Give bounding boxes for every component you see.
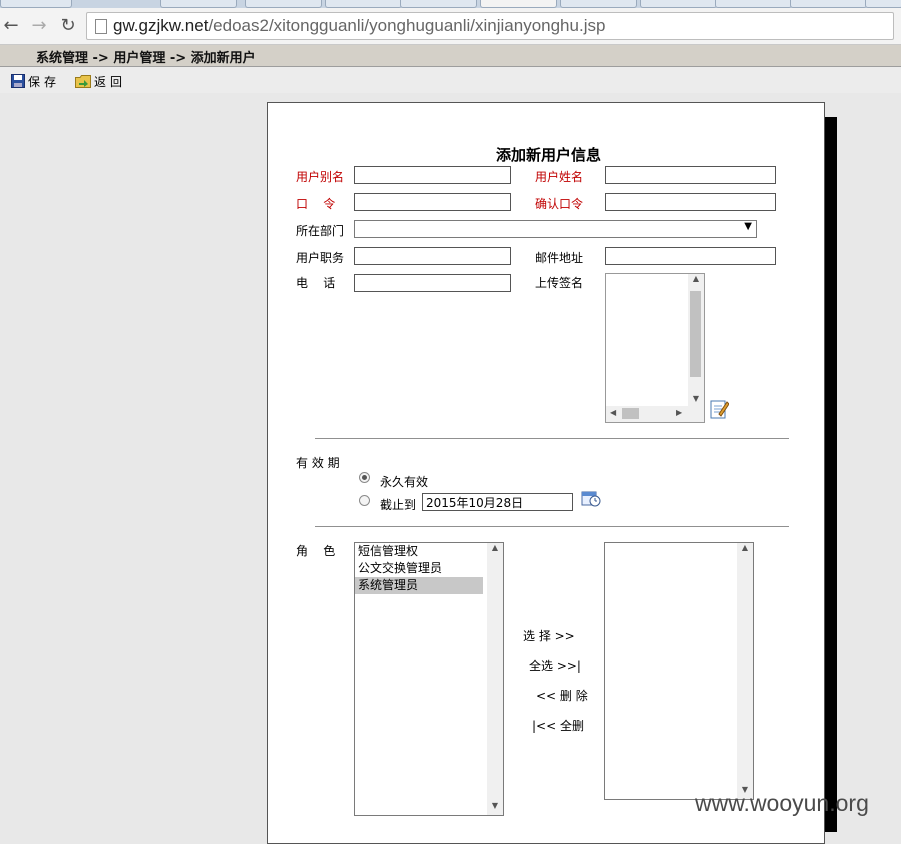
save-button[interactable]: 保存 xyxy=(11,73,60,89)
address-bar[interactable]: gw.gzjkw.net/edoas2/xitongguanli/yonghug… xyxy=(86,12,894,40)
scroll-up-icon[interactable]: ▲ xyxy=(688,274,704,288)
scroll-up-icon[interactable]: ▲ xyxy=(487,543,503,557)
role-label: 角 色 xyxy=(296,544,336,558)
page-icon xyxy=(95,19,107,34)
confirm-password-input[interactable] xyxy=(605,193,776,211)
form-title: 添加新用户信息 xyxy=(496,146,602,164)
url-path: /edoas2/xitongguanli/yonghuguanli/xinjia… xyxy=(208,16,606,35)
department-select[interactable]: ▼ xyxy=(354,220,757,238)
divider xyxy=(315,438,789,439)
scroll-up-icon[interactable]: ▲ xyxy=(737,543,753,557)
email-input[interactable] xyxy=(605,247,776,265)
remove-all-roles-button[interactable]: |<< 全删 xyxy=(532,717,584,734)
roles-vscrollbar[interactable]: ▲ ▼ xyxy=(487,543,503,815)
browser-tab[interactable] xyxy=(865,0,901,8)
validity-label: 有 效 期 xyxy=(296,456,340,470)
scroll-thumb[interactable] xyxy=(690,291,701,377)
phone-input[interactable] xyxy=(354,274,511,292)
confirm-password-label: 确认口令 xyxy=(535,197,584,211)
back-label: 返回 xyxy=(94,74,127,89)
back-button[interactable]: 返回 xyxy=(75,73,126,89)
watermark: www.wooyun.org xyxy=(695,790,869,816)
divider xyxy=(315,526,789,527)
password-label: 口 令 xyxy=(296,197,336,211)
email-label: 邮件地址 xyxy=(535,251,584,265)
scroll-down-icon[interactable]: ▼ xyxy=(487,801,503,815)
role-option-selected[interactable]: 系统管理员 xyxy=(355,577,483,594)
save-label: 保存 xyxy=(28,74,61,89)
name-label: 用户姓名 xyxy=(535,170,584,184)
edit-signature-icon[interactable] xyxy=(709,398,729,420)
department-label: 所在部门 xyxy=(296,224,345,238)
save-floppy-icon xyxy=(11,74,25,88)
role-option[interactable]: 公文交换管理员 xyxy=(355,560,483,577)
url-host: gw.gzjkw.net xyxy=(113,16,209,35)
alias-input[interactable] xyxy=(354,166,511,184)
browser-toolbar: ← → ↻ gw.gzjkw.net/edoas2/xitongguanli/y… xyxy=(0,8,901,45)
role-option[interactable]: 短信管理权 xyxy=(355,543,483,560)
signature-hscrollbar[interactable]: ◀ ▶ xyxy=(606,406,704,422)
panel-shadow xyxy=(825,117,837,832)
phone-label: 电 话 xyxy=(296,276,336,290)
alias-label: 用户别名 xyxy=(296,170,345,184)
select-role-button[interactable]: 选 择 >> xyxy=(523,627,575,644)
action-bar: 保存 返回 xyxy=(0,67,901,93)
breadcrumb: 系统管理 -> 用户管理 -> 添加新用户 xyxy=(36,51,256,66)
permanent-label: 永久有效 xyxy=(380,475,429,489)
browser-tab[interactable] xyxy=(0,0,72,8)
signature-upload-area[interactable]: ▲ ▼ ◀ ▶ xyxy=(605,273,705,423)
signature-vscrollbar[interactable]: ▲ ▼ xyxy=(688,274,704,408)
back-arrow-icon[interactable]: ← xyxy=(0,16,22,36)
browser-tab[interactable] xyxy=(790,0,867,8)
scroll-thumb-horizontal[interactable] xyxy=(622,408,639,419)
browser-tab[interactable] xyxy=(715,0,792,8)
browser-tab[interactable] xyxy=(400,0,477,8)
select-all-roles-button[interactable]: 全选 >>| xyxy=(529,657,581,674)
breadcrumb-bar: 系统管理 -> 用户管理 -> 添加新用户 xyxy=(0,45,901,67)
browser-tab[interactable] xyxy=(560,0,637,8)
until-date-radio[interactable] xyxy=(359,495,370,506)
chosen-roles-vscrollbar[interactable]: ▲ ▼ xyxy=(737,543,753,799)
browser-tab[interactable] xyxy=(245,0,322,8)
remove-role-button[interactable]: << 删 除 xyxy=(536,687,588,704)
password-input[interactable] xyxy=(354,193,511,211)
calendar-clock-icon[interactable] xyxy=(581,488,601,508)
browser-tab-strip xyxy=(0,0,901,8)
signature-label: 上传签名 xyxy=(535,276,584,290)
browser-tab[interactable] xyxy=(160,0,237,8)
until-label: 截止到 xyxy=(380,498,417,512)
available-roles-list[interactable]: 短信管理权 公文交换管理员 系统管理员 ▲ ▼ xyxy=(354,542,504,816)
browser-tab-active[interactable] xyxy=(480,0,557,8)
position-label: 用户职务 xyxy=(296,251,345,265)
browser-tab[interactable] xyxy=(640,0,717,8)
reload-icon[interactable]: ↻ xyxy=(57,16,79,36)
name-input[interactable] xyxy=(605,166,776,184)
dropdown-arrow-icon: ▼ xyxy=(744,221,752,232)
until-date-input[interactable] xyxy=(422,493,573,511)
scroll-left-icon[interactable]: ◀ xyxy=(610,408,616,417)
browser-tab[interactable] xyxy=(325,0,402,8)
url-text: gw.gzjkw.net/edoas2/xitongguanli/yonghug… xyxy=(113,16,605,36)
scroll-right-icon[interactable]: ▶ xyxy=(676,408,682,417)
position-input[interactable] xyxy=(354,247,511,265)
permanent-radio[interactable] xyxy=(359,472,370,483)
chosen-roles-list[interactable]: ▲ ▼ xyxy=(604,542,754,800)
forward-arrow-icon[interactable]: → xyxy=(28,16,50,36)
folder-return-icon xyxy=(75,75,91,88)
